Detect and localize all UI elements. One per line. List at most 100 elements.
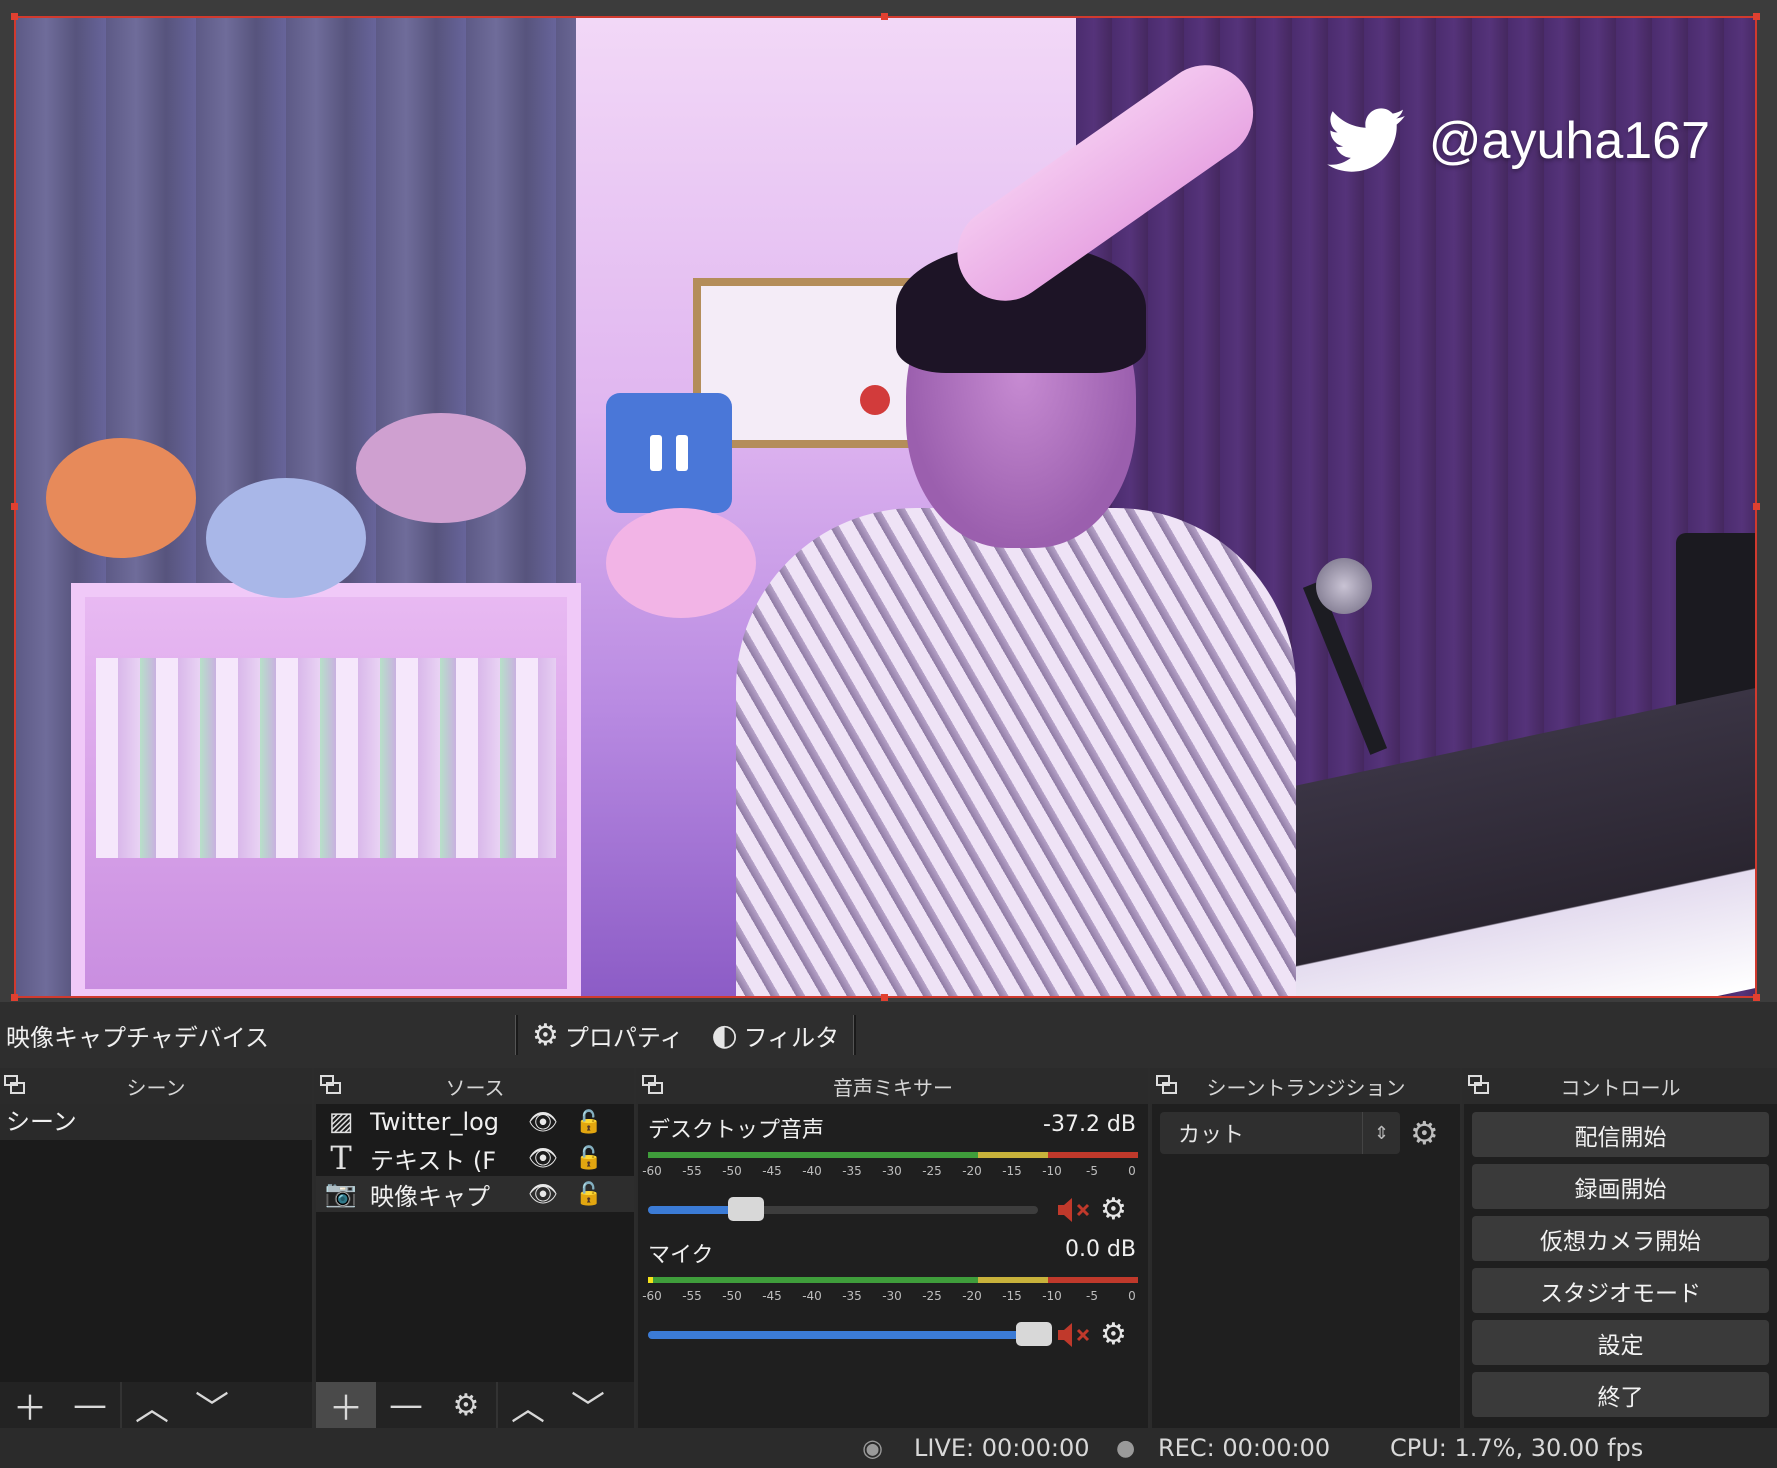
eye-icon[interactable]: 👁 bbox=[520, 1108, 566, 1136]
exit-button[interactable]: 終了 bbox=[1472, 1372, 1769, 1417]
scenes-list: シーン bbox=[0, 1104, 312, 1382]
mixer-channels: デスクトップ音声 -37.2 dB -60 -55 -50 -45 -40 -3… bbox=[638, 1104, 1148, 1428]
remove-scene-button[interactable]: — bbox=[60, 1382, 120, 1428]
twitch-logo-icon bbox=[606, 393, 732, 513]
eye-icon[interactable]: 👁 bbox=[520, 1144, 566, 1172]
preview-canvas[interactable]: @ayuha167 bbox=[14, 16, 1757, 998]
settings-button[interactable]: 設定 bbox=[1472, 1320, 1769, 1365]
context-bar: 映像キャプチャデバイス ⚙ プロパティ ◐ フィルタ bbox=[0, 1002, 1777, 1068]
filter-icon: ◐ bbox=[711, 1017, 738, 1053]
resize-handle[interactable] bbox=[1753, 503, 1760, 510]
meter-tick-label: -40 bbox=[802, 1289, 822, 1303]
meter-tick-label: -60 bbox=[642, 1164, 662, 1178]
person-body bbox=[736, 508, 1296, 996]
meter-tick-label: -5 bbox=[1086, 1164, 1098, 1178]
mixer-channel: デスクトップ音声 -37.2 dB -60 -55 -50 -45 -40 -3… bbox=[638, 1104, 1148, 1229]
source-name: テキスト (F bbox=[370, 1146, 497, 1175]
source-name: Twitter_log bbox=[370, 1108, 500, 1136]
mixer-channel: マイク 0.0 dB -60 -55 -50 -45 -40 -35 -30 -… bbox=[638, 1229, 1148, 1354]
move-scene-up-button[interactable]: ︿ bbox=[122, 1382, 182, 1429]
sources-dock-title: ソース bbox=[316, 1068, 634, 1104]
add-source-button[interactable]: ＋ bbox=[316, 1382, 376, 1429]
meter-tick-label: -30 bbox=[882, 1164, 902, 1178]
resize-handle[interactable] bbox=[1753, 13, 1760, 20]
meter-tick-label: -45 bbox=[762, 1164, 782, 1178]
gear-icon[interactable]: ⚙ bbox=[1100, 1192, 1127, 1227]
meter-tick-label: -50 bbox=[722, 1164, 742, 1178]
move-source-up-button[interactable]: ︿ bbox=[498, 1382, 558, 1429]
scenes-dock-title: シーン bbox=[0, 1068, 312, 1104]
muted-speaker-icon[interactable] bbox=[1056, 1320, 1092, 1350]
resize-handle[interactable] bbox=[881, 994, 888, 1001]
twitter-overlay[interactable]: @ayuha167 bbox=[1326, 108, 1710, 174]
source-item[interactable]: T テキスト (F 👁 🔓 bbox=[316, 1139, 634, 1177]
scene-transitions-dock: シーントランジション カット ⇕ ⚙ bbox=[1152, 1068, 1462, 1428]
volume-knob[interactable] bbox=[727, 1196, 764, 1221]
source-properties-button[interactable]: ⚙ bbox=[436, 1382, 496, 1428]
undock-icon[interactable] bbox=[4, 1075, 26, 1095]
resize-handle[interactable] bbox=[11, 994, 18, 1001]
add-scene-button[interactable]: ＋ bbox=[0, 1382, 60, 1429]
plush-toy bbox=[356, 413, 526, 523]
move-source-down-button[interactable]: ﹀ bbox=[558, 1382, 618, 1429]
sources-title: ソース bbox=[445, 1075, 505, 1100]
scene-item[interactable]: シーン bbox=[0, 1104, 312, 1140]
controls-body: 配信開始 録画開始 仮想カメラ開始 スタジオモード 設定 終了 bbox=[1464, 1104, 1777, 1428]
unlock-icon[interactable]: 🔓 bbox=[566, 1182, 612, 1207]
scene-transitions-dock-title: シーントランジション bbox=[1152, 1068, 1460, 1104]
live-timer: LIVE: 00:00:00 bbox=[914, 1434, 1090, 1462]
undock-icon[interactable] bbox=[1468, 1075, 1490, 1095]
meter-tick-label: -20 bbox=[962, 1164, 982, 1178]
gear-icon[interactable]: ⚙ bbox=[1410, 1114, 1439, 1152]
channel-name: マイク bbox=[648, 1243, 714, 1268]
transition-select[interactable]: カット ⇕ bbox=[1160, 1112, 1400, 1154]
meter-tick-label: -50 bbox=[722, 1289, 742, 1303]
filters-button[interactable]: ◐ フィルタ bbox=[697, 1018, 853, 1053]
undock-icon[interactable] bbox=[1156, 1075, 1178, 1095]
channel-db: -37.2 dB bbox=[1043, 1112, 1136, 1137]
move-scene-down-button[interactable]: ﹀ bbox=[182, 1382, 242, 1429]
start-streaming-button[interactable]: 配信開始 bbox=[1472, 1112, 1769, 1157]
source-item[interactable]: ▨ Twitter_log 👁 🔓 bbox=[316, 1104, 634, 1140]
volume-slider[interactable] bbox=[648, 1321, 1053, 1346]
preview-area: @ayuha167 bbox=[0, 0, 1777, 1002]
start-virtual-camera-button[interactable]: 仮想カメラ開始 bbox=[1472, 1216, 1769, 1261]
unlock-icon[interactable]: 🔓 bbox=[566, 1146, 612, 1171]
start-recording-button[interactable]: 録画開始 bbox=[1472, 1164, 1769, 1209]
certificate-seal bbox=[860, 385, 890, 415]
volume-slider[interactable] bbox=[648, 1196, 1038, 1221]
twitter-bird-icon bbox=[1326, 108, 1406, 172]
camera-icon: 📷 bbox=[324, 1179, 358, 1209]
studio-mode-button[interactable]: スタジオモード bbox=[1472, 1268, 1769, 1313]
meter-tick-label: -15 bbox=[1002, 1164, 1022, 1178]
resize-handle[interactable] bbox=[11, 13, 18, 20]
undock-icon[interactable] bbox=[320, 1075, 342, 1095]
status-bar: ◉ LIVE: 00:00:00 ● REC: 00:00:00 CPU: 1.… bbox=[0, 1428, 1777, 1468]
channel-db: 0.0 dB bbox=[1064, 1237, 1136, 1262]
eye-icon[interactable]: 👁 bbox=[520, 1180, 566, 1208]
plush-toy bbox=[206, 478, 366, 598]
meter-tick-label: -40 bbox=[802, 1164, 822, 1178]
transitions-body: カット ⇕ ⚙ bbox=[1152, 1104, 1460, 1428]
meter-tick-label: -30 bbox=[882, 1289, 902, 1303]
unlock-icon[interactable]: 🔓 bbox=[566, 1110, 612, 1135]
selected-source-label: 映像キャプチャデバイス bbox=[6, 1023, 270, 1052]
muted-speaker-icon[interactable] bbox=[1056, 1195, 1092, 1225]
scenes-dock: シーン シーン ＋ — ︿ ﹀ bbox=[0, 1068, 314, 1429]
meter-tick-label: -25 bbox=[922, 1164, 942, 1178]
scenes-title: シーン bbox=[126, 1075, 186, 1100]
resize-handle[interactable] bbox=[1753, 994, 1760, 1001]
sources-toolbar: ＋ — ⚙ ︿ ﹀ bbox=[316, 1382, 634, 1429]
source-item[interactable]: 📷 映像キャプ 👁 🔓 bbox=[316, 1176, 634, 1212]
meter-tick-label: -20 bbox=[962, 1289, 982, 1303]
resize-handle[interactable] bbox=[881, 13, 888, 20]
sources-list: ▨ Twitter_log 👁 🔓 T テキスト (F 👁 🔓 📷 映像キャプ … bbox=[316, 1104, 634, 1382]
meter-tick-label: 0 bbox=[1128, 1164, 1136, 1178]
remove-source-button[interactable]: — bbox=[376, 1382, 436, 1428]
properties-button[interactable]: ⚙ プロパティ bbox=[518, 1018, 697, 1053]
resize-handle[interactable] bbox=[11, 503, 18, 510]
plush-toy bbox=[606, 508, 756, 618]
gear-icon[interactable]: ⚙ bbox=[1100, 1317, 1127, 1352]
volume-knob[interactable] bbox=[1016, 1321, 1053, 1346]
undock-icon[interactable] bbox=[642, 1075, 664, 1095]
